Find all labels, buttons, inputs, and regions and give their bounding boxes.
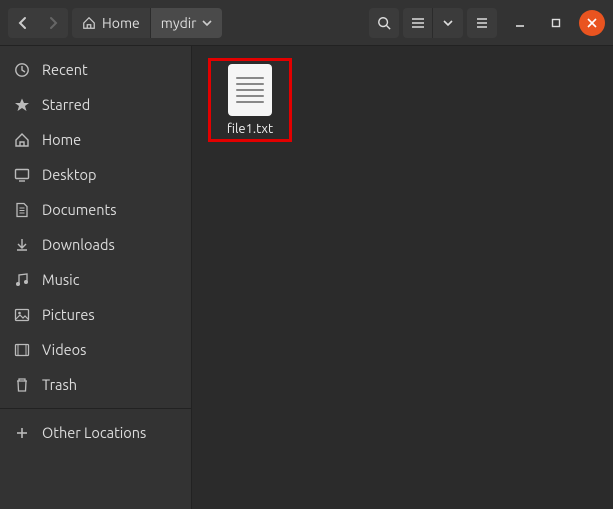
- close-icon: [587, 18, 597, 28]
- sidebar-item-label: Trash: [42, 376, 77, 393]
- documents-icon: [14, 202, 30, 218]
- path-home-label: Home: [102, 15, 140, 31]
- close-button[interactable]: [579, 10, 605, 36]
- path-segment-home[interactable]: Home: [72, 8, 151, 38]
- view-group: [403, 8, 463, 38]
- sidebar-item-home[interactable]: Home: [0, 122, 191, 157]
- caret-down-icon: [202, 19, 212, 27]
- back-button[interactable]: [8, 8, 38, 38]
- sidebar-item-label: Recent: [42, 61, 88, 78]
- maximize-icon: [550, 17, 562, 29]
- trash-icon: [14, 377, 30, 393]
- file-manager-window: Home mydir: [0, 0, 613, 509]
- sidebar-item-starred[interactable]: Starred: [0, 87, 191, 122]
- minimize-icon: [514, 17, 526, 29]
- sidebar-item-label: Home: [42, 131, 81, 148]
- sidebar-item-label: Music: [42, 271, 79, 288]
- body: Recent Starred Home Desktop: [0, 46, 613, 509]
- sidebar-item-videos[interactable]: Videos: [0, 332, 191, 367]
- path-bar: Home mydir: [72, 8, 222, 38]
- file-name-label: file1.txt: [227, 122, 273, 136]
- hamburger-menu-button[interactable]: [467, 8, 497, 38]
- sidebar-item-label: Videos: [42, 341, 86, 358]
- sidebar-item-label: Other Locations: [42, 424, 146, 441]
- view-dropdown-button[interactable]: [433, 8, 463, 38]
- sidebar-item-recent[interactable]: Recent: [0, 52, 191, 87]
- sidebar: Recent Starred Home Desktop: [0, 46, 192, 509]
- plus-icon: [14, 425, 30, 441]
- home-icon: [82, 16, 96, 30]
- videos-icon: [14, 342, 30, 358]
- path-current-label: mydir: [161, 15, 197, 31]
- search-group: [369, 8, 399, 38]
- pictures-icon: [14, 307, 30, 323]
- desktop-icon: [14, 167, 30, 183]
- minimize-button[interactable]: [507, 10, 533, 36]
- music-icon: [14, 272, 30, 288]
- search-icon: [377, 16, 391, 30]
- maximize-button[interactable]: [543, 10, 569, 36]
- sidebar-item-desktop[interactable]: Desktop: [0, 157, 191, 192]
- nav-buttons: [8, 8, 68, 38]
- menu-group: [467, 8, 497, 38]
- forward-button[interactable]: [38, 8, 68, 38]
- sidebar-item-downloads[interactable]: Downloads: [0, 227, 191, 262]
- star-icon: [14, 97, 30, 113]
- path-segment-current[interactable]: mydir: [151, 8, 223, 38]
- home-icon: [14, 132, 30, 148]
- caret-down-icon: [443, 19, 453, 27]
- sidebar-item-label: Pictures: [42, 306, 95, 323]
- file-item[interactable]: file1.txt: [210, 60, 290, 140]
- sidebar-item-trash[interactable]: Trash: [0, 367, 191, 402]
- file-grid[interactable]: file1.txt: [192, 46, 613, 509]
- search-button[interactable]: [369, 8, 399, 38]
- titlebar: Home mydir: [0, 0, 613, 46]
- sidebar-item-label: Desktop: [42, 166, 96, 183]
- list-view-button[interactable]: [403, 8, 433, 38]
- sidebar-item-label: Starred: [42, 96, 90, 113]
- sidebar-item-pictures[interactable]: Pictures: [0, 297, 191, 332]
- sidebar-item-music[interactable]: Music: [0, 262, 191, 297]
- sidebar-item-label: Downloads: [42, 236, 115, 253]
- chevron-right-icon: [48, 16, 58, 30]
- sidebar-item-other-locations[interactable]: Other Locations: [0, 415, 191, 450]
- list-icon: [411, 16, 425, 30]
- text-file-icon: [228, 64, 272, 116]
- sidebar-item-documents[interactable]: Documents: [0, 192, 191, 227]
- clock-icon: [14, 62, 30, 78]
- downloads-icon: [14, 237, 30, 253]
- chevron-left-icon: [18, 16, 28, 30]
- sidebar-item-label: Documents: [42, 201, 117, 218]
- hamburger-icon: [475, 16, 489, 30]
- sidebar-separator: [0, 408, 191, 409]
